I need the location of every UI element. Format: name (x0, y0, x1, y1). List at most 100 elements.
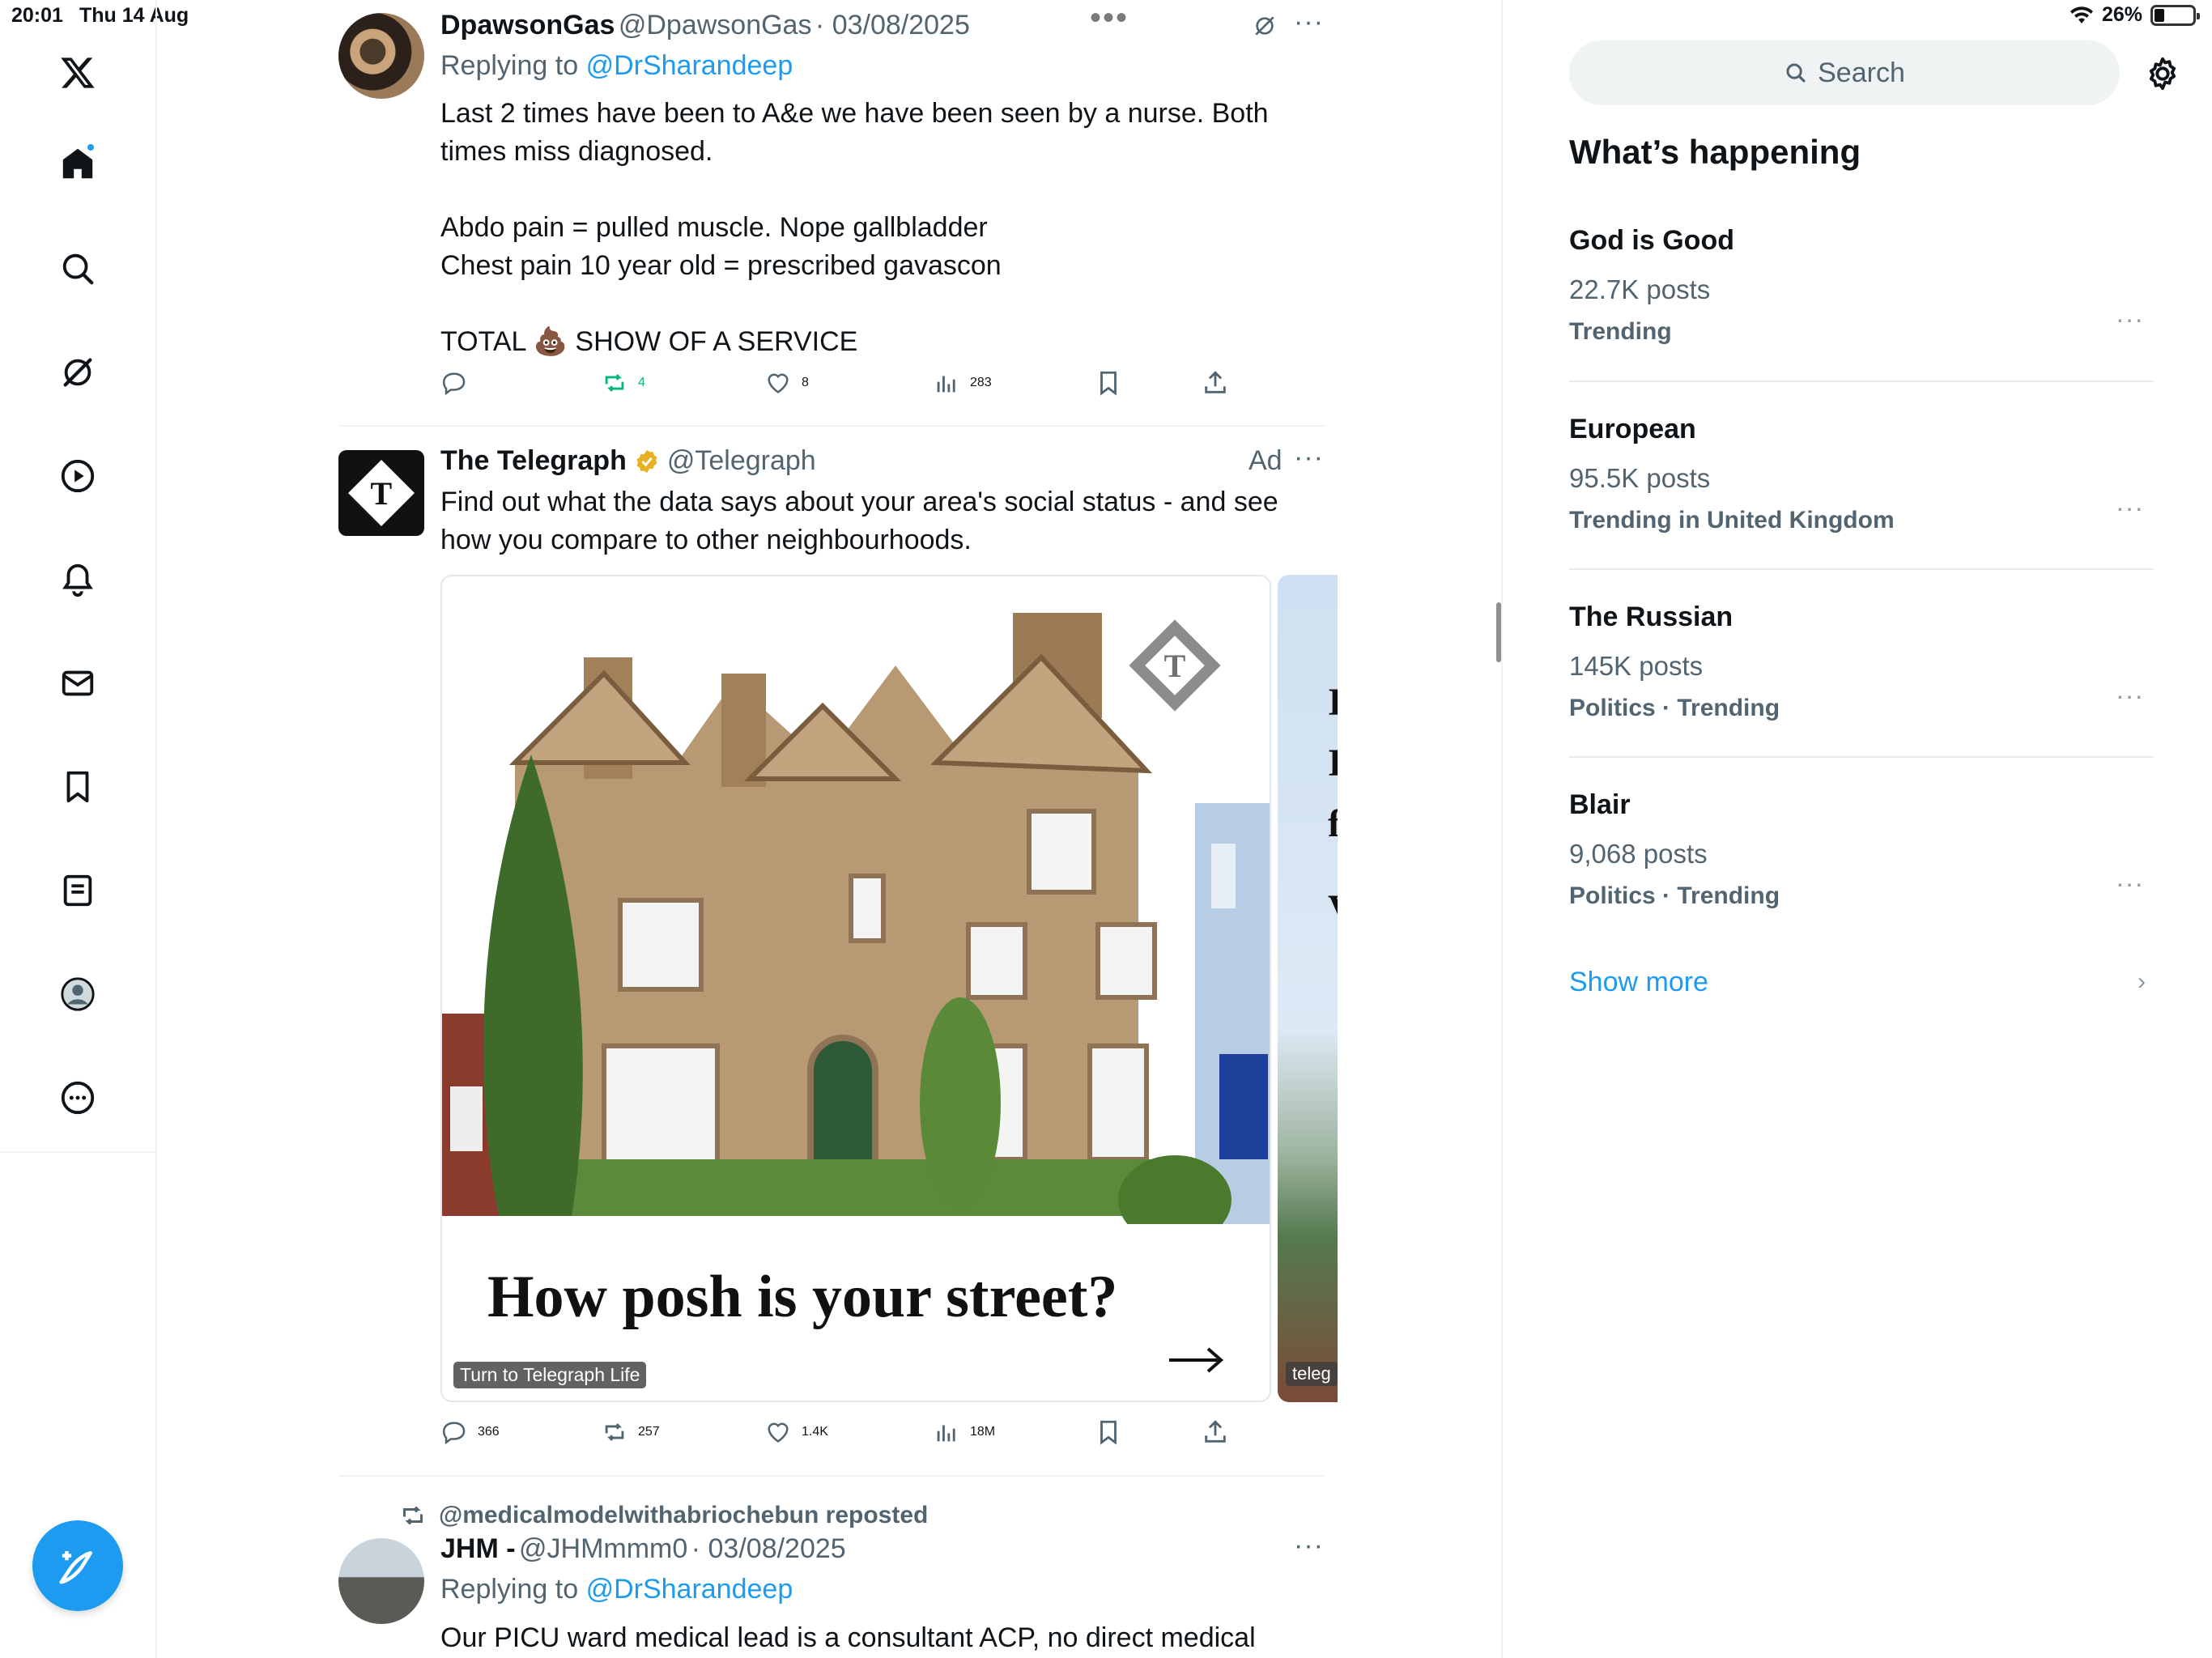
trend-item[interactable]: Blair 9,068 posts Politics · Trending ··… (1569, 789, 2154, 910)
more-options-icon[interactable]: ··· (2116, 304, 2144, 334)
arrow-right-icon (1169, 1347, 1224, 1373)
verified-badge-icon (636, 449, 657, 473)
trend-count: 95.5K posts (1569, 463, 1711, 493)
more-options-icon[interactable]: ··· (1294, 442, 1324, 474)
author-name[interactable]: The Telegraph (440, 445, 627, 477)
like-button[interactable]: 1.4K (764, 1418, 828, 1446)
tweet-header: The Telegraph @Telegraph (440, 445, 816, 477)
trend-divider (1569, 756, 2154, 758)
chevron-right-icon: › (2138, 968, 2146, 995)
author-name[interactable]: JHM - (440, 1533, 516, 1564)
battery-icon (2150, 4, 2200, 26)
video-icon[interactable] (53, 452, 102, 500)
page-handle-dots: ••• (1090, 0, 1129, 36)
house-image: T (442, 576, 1270, 1224)
card-tag: teleg (1286, 1362, 1338, 1386)
trend-divider (1569, 568, 2154, 570)
replying-to: Replying to @DrSharandeep (440, 50, 793, 82)
like-button[interactable]: 8 (764, 369, 809, 397)
gear-icon[interactable] (2144, 55, 2181, 92)
more-options-icon[interactable]: ··· (2116, 493, 2144, 523)
compose-button[interactable] (32, 1520, 123, 1611)
grok-icon[interactable] (1252, 13, 1278, 39)
retweet-count: 257 (638, 1425, 660, 1439)
share-button[interactable] (1202, 1418, 1229, 1446)
trend-count: 9,068 posts (1569, 839, 1708, 869)
author-name[interactable]: DpawsonGas (440, 10, 615, 40)
tweet-text: Find out what the data says about your a… (440, 487, 1278, 555)
reply-count: 366 (478, 1425, 500, 1439)
search-input[interactable]: Search (1569, 40, 2120, 105)
views-icon (937, 1425, 955, 1442)
tweet-text: Last 2 times have been to A&e we have be… (440, 98, 1269, 357)
card-letter: V (1328, 886, 1338, 931)
ad-card-next[interactable]: I I f V teleg (1278, 575, 1338, 1402)
reply-icon (442, 1422, 466, 1445)
trend-count: 22.7K posts (1569, 274, 1711, 304)
views-button[interactable]: 283 (933, 369, 992, 397)
avatar[interactable] (338, 13, 424, 99)
show-more-link[interactable]: Show more (1569, 967, 1708, 998)
more-icon[interactable] (53, 1073, 102, 1122)
home-icon[interactable] (53, 139, 102, 188)
trend-context: Politics · Trending (1569, 695, 1780, 721)
trend-item[interactable]: The Russian 145K posts Politics · Trendi… (1569, 602, 2154, 722)
tweet-date[interactable]: · 03/08/2025 (691, 1533, 846, 1564)
split-view-handle[interactable] (1496, 602, 1501, 662)
messages-icon[interactable] (53, 659, 102, 708)
search-icon[interactable] (53, 244, 102, 293)
reposted-by[interactable]: @medicalmodelwithabriochebun reposted (439, 1502, 928, 1529)
ad-card[interactable]: T How posh is your street? Turn to Teleg… (440, 575, 1271, 1402)
compose-icon (59, 1551, 92, 1584)
more-options-icon[interactable]: ··· (2116, 681, 2144, 711)
whats-happening-title: What’s happening (1569, 133, 1861, 171)
views-count: 18M (970, 1425, 996, 1439)
trend-item[interactable]: European 95.5K posts Trending in United … (1569, 414, 2154, 534)
profile-icon[interactable] (53, 970, 102, 1018)
grok-icon[interactable] (53, 348, 102, 397)
views-button[interactable]: 18M (933, 1418, 995, 1446)
tweet-actions: 366 257 1.4K 18M (440, 1418, 1250, 1451)
avatar[interactable] (338, 1538, 424, 1624)
retweet-icon (605, 374, 624, 392)
bookmark-button[interactable] (1095, 369, 1122, 397)
more-options-icon[interactable]: ··· (1294, 6, 1324, 38)
nav-divider (0, 1151, 157, 1153)
retweet-button[interactable]: 257 (601, 1418, 660, 1446)
author-handle[interactable]: @Telegraph (667, 445, 816, 477)
trend-context: Trending (1569, 318, 1672, 345)
search-placeholder: Search (1818, 57, 1905, 88)
tweet-text: Our PICU ward medical lead is a consulta… (440, 1622, 1256, 1653)
reply-button[interactable] (440, 369, 468, 397)
retweet-button[interactable]: 4 (601, 369, 645, 397)
retweet-icon (605, 1423, 624, 1441)
trend-name: Blair (1569, 789, 1631, 820)
notifications-icon[interactable] (53, 555, 102, 604)
tweet-actions: 4 8 283 (440, 369, 1250, 402)
trend-item[interactable]: God is Good 22.7K posts Trending ··· (1569, 225, 2154, 346)
status-right: 26% (2069, 3, 2200, 27)
svg-text:T: T (1164, 648, 1186, 684)
heart-icon (768, 373, 789, 393)
x-logo-icon[interactable] (53, 49, 102, 97)
left-nav (0, 0, 157, 1658)
bookmark-button[interactable] (1095, 1418, 1122, 1446)
telegraph-logo[interactable]: T (338, 450, 424, 536)
lists-icon[interactable] (53, 866, 102, 915)
reply-button[interactable]: 366 (440, 1418, 500, 1446)
tweet-date[interactable]: · 03/08/2025 (815, 10, 970, 40)
author-handle[interactable]: @DpawsonGas (619, 10, 812, 40)
bookmarks-icon[interactable] (53, 763, 102, 811)
tweet-header: DpawsonGas @DpawsonGas · 03/08/2025 (440, 10, 970, 41)
share-button[interactable] (1202, 369, 1229, 397)
card-title: How posh is your street? (487, 1264, 1118, 1330)
views-count: 283 (970, 376, 992, 389)
like-count: 8 (802, 376, 809, 389)
more-options-icon[interactable]: ··· (2116, 869, 2144, 899)
trend-divider (1569, 380, 2154, 382)
replying-to-link[interactable]: @DrSharandeep (586, 50, 793, 81)
replying-label: Replying to (440, 50, 579, 81)
author-handle[interactable]: @JHMmmm0 (519, 1533, 687, 1564)
more-options-icon[interactable]: ··· (1294, 1530, 1324, 1562)
replying-to-link[interactable]: @DrSharandeep (586, 1574, 793, 1605)
